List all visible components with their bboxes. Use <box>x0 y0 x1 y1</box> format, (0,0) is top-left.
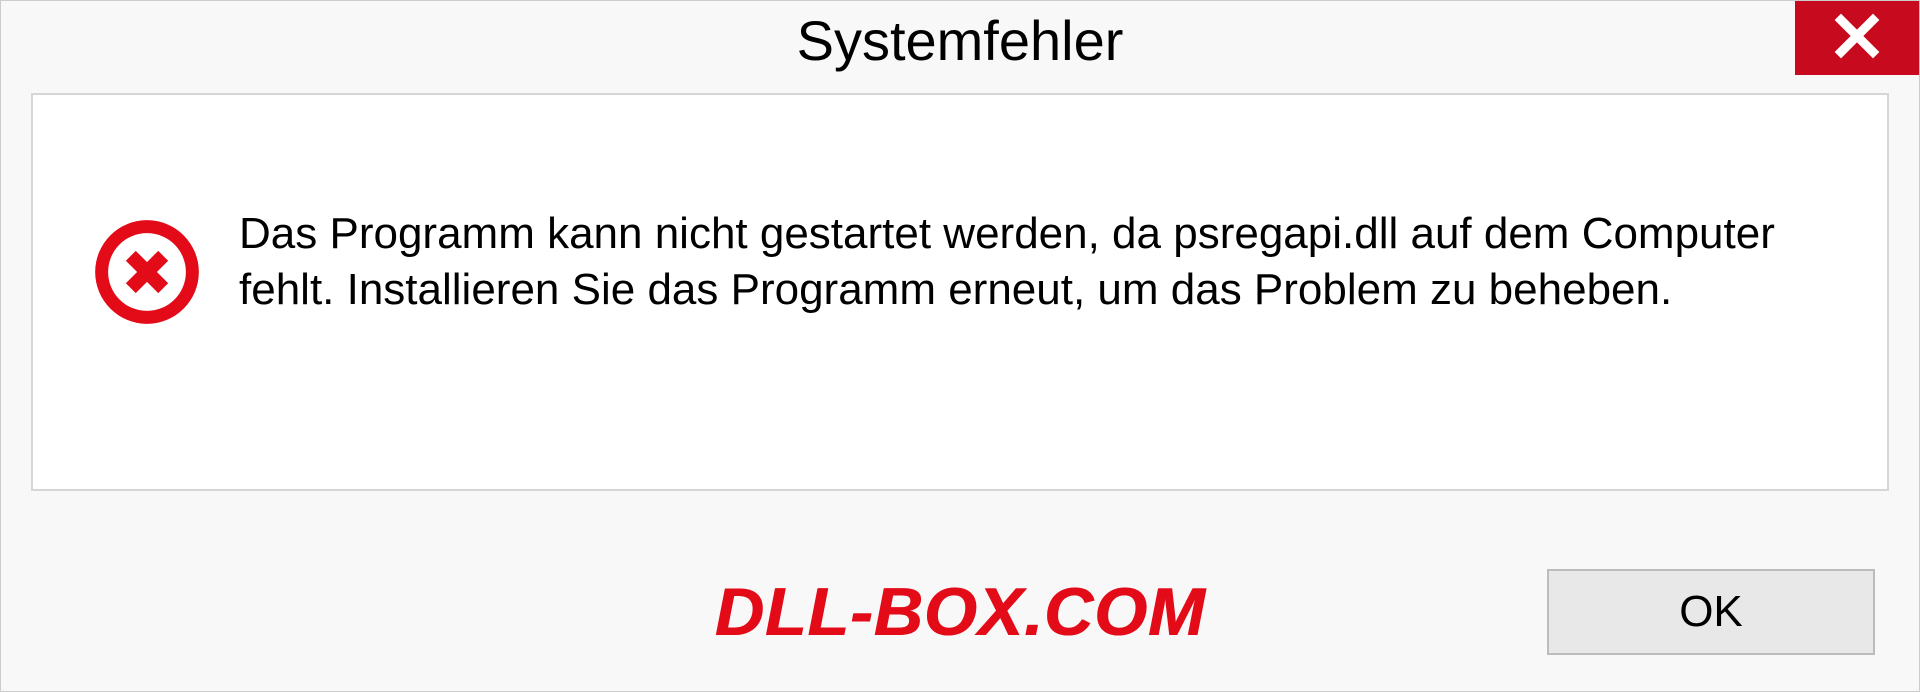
error-message: Das Programm kann nicht gestartet werden… <box>239 206 1827 319</box>
close-button[interactable] <box>1795 1 1919 75</box>
dialog-title: Systemfehler <box>797 8 1124 73</box>
watermark-text: DLL-BOX.COM <box>715 573 1206 651</box>
dialog-footer: DLL-BOX.COM OK <box>1 569 1919 655</box>
close-icon <box>1833 12 1881 65</box>
error-dialog: Systemfehler Das Programm kann nicht ges… <box>0 0 1920 692</box>
error-icon <box>93 218 201 326</box>
content-box: Das Programm kann nicht gestartet werden… <box>31 93 1889 491</box>
ok-button[interactable]: OK <box>1547 569 1875 655</box>
title-bar: Systemfehler <box>1 1 1919 79</box>
